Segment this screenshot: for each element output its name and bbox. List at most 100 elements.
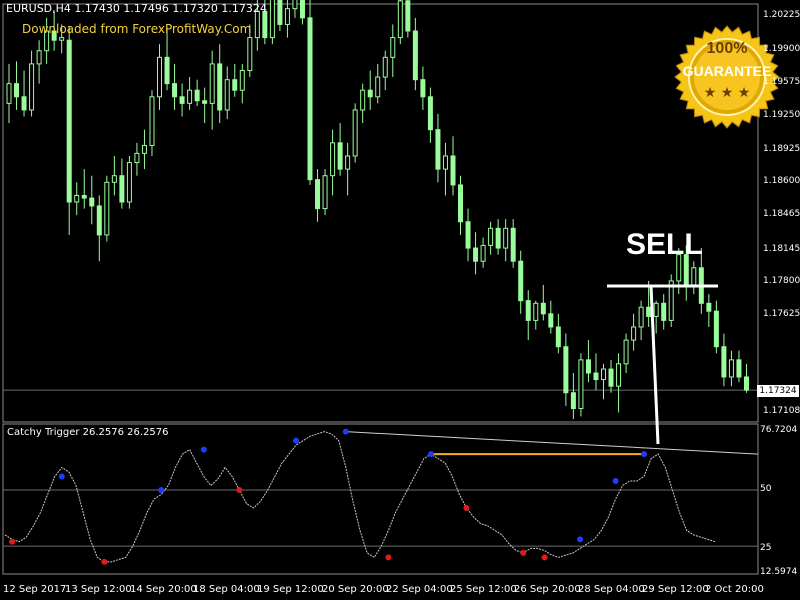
red-dot-marker [541,554,548,561]
candle-body [713,310,719,348]
blue-dot-marker [612,478,619,485]
candle-body [435,129,441,170]
price-tick-label: 1.18145 [763,244,800,254]
blue-dot-marker [342,428,349,435]
candle-body [563,346,569,394]
candle-body [284,8,290,25]
candle-body [382,56,388,78]
time-tick-label: 2 Oct 20:00 [705,584,764,595]
candle-body [525,300,531,321]
candle-body [473,247,479,262]
candle-body [21,96,27,111]
red-dot-marker [101,558,108,565]
candle-body [239,69,245,91]
red-dot-marker [520,549,527,556]
candle-body [728,359,734,378]
price-tick-label: 1.19900 [763,44,800,54]
candle-body [503,227,509,249]
candle-body [623,339,629,365]
candle-body [458,184,464,223]
time-tick-label: 28 Sep 04:00 [578,584,645,595]
candle-body [495,227,501,249]
blue-dot-marker [428,451,434,458]
indicator-tick-label: 25 [760,543,772,553]
time-tick-label: 18 Sep 04:00 [193,584,260,595]
candle-body [367,89,373,98]
candle-body [179,96,185,104]
price-tick-label: 1.17800 [763,276,800,286]
candle-body [141,144,147,154]
candle-body [661,302,667,321]
candle-body [29,63,35,111]
blue-dot-marker [200,446,207,453]
candle-body [6,83,12,104]
candle-body [360,89,366,111]
candle-body [638,306,644,328]
candle-body [375,76,381,98]
candle-body [442,155,448,170]
time-tick-label: 25 Sep 12:00 [450,584,517,595]
candle-body [262,10,268,39]
candle-body [172,83,178,98]
indicator-tick-label: 12.5974 [760,567,798,577]
candle-body [608,368,614,387]
candle-body [111,175,117,183]
candle-body [209,63,215,104]
candle-body [89,197,95,207]
candle-body [600,368,606,381]
price-tick-label: 1.18600 [763,176,800,186]
candle-body [322,175,328,210]
candle-body [631,326,637,341]
candle-body [555,326,561,348]
candle-body [307,17,313,181]
candle-body [14,83,20,98]
time-tick-label: 14 Sep 20:00 [130,584,197,595]
price-tick-label: 1.20225 [763,10,800,20]
candle-body [412,30,418,81]
candle-body [247,37,253,71]
candle-body [427,96,433,131]
candle-body [397,0,403,39]
red-dot-marker [9,538,16,545]
red-dot-marker [236,487,243,494]
candle-body [518,260,524,302]
time-tick-label: 20 Sep 20:00 [322,584,389,595]
candle-body [66,39,72,203]
candle-body [450,155,456,186]
candle-body [337,142,343,170]
candle-body [315,179,321,210]
candle-body [254,10,260,39]
candle-body [269,0,275,39]
time-tick-label: 12 Sep 2017 [3,584,67,595]
indicator-tick-label: 76.7204 [760,425,798,435]
blue-dot-marker [577,536,584,543]
time-tick-label: 22 Sep 04:00 [386,584,453,595]
candle-body [74,194,80,203]
time-tick-label: 29 Sep 12:00 [642,584,709,595]
candle-body [224,79,230,111]
candle-body [149,96,155,146]
candle-body [277,0,283,25]
indicator-tick-label: 50 [760,484,772,494]
candle-body [292,0,298,10]
candle-body [533,302,539,321]
candle-body [59,37,65,41]
candle-body [119,175,125,203]
candle-body [217,63,223,111]
symbol-header: EURUSD,H4 1.17430 1.17496 1.17320 1.1732… [6,2,267,15]
sell-label: SELL [626,228,703,261]
candle-body [96,205,102,236]
blue-dot-marker [158,487,165,494]
time-tick-label: 19 Sep 12:00 [257,584,324,595]
candle-body [104,181,110,236]
price-tick-label: 1.19250 [763,110,800,120]
candle-body [36,50,42,65]
badge-stars-icon: ★ ★ ★ [703,85,751,101]
candle-body [593,372,599,381]
candle-body [653,302,659,317]
candle-body [157,56,163,98]
candle-body [736,359,742,378]
candle-body [578,359,584,410]
candle-body [164,56,170,85]
candle-body [616,363,622,387]
